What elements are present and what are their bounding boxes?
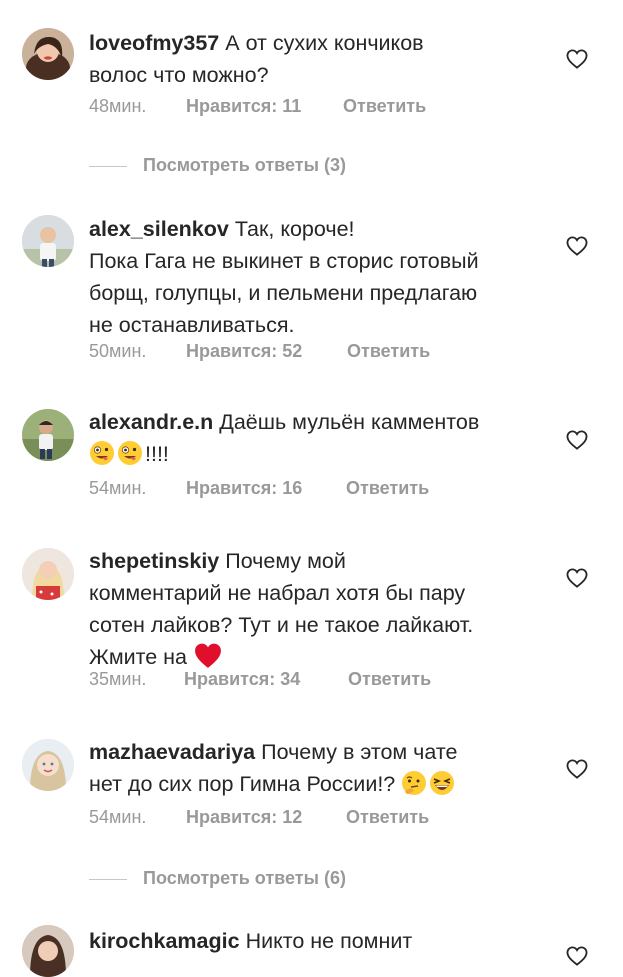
reply-button[interactable]: Ответить bbox=[346, 807, 429, 828]
reply-button[interactable]: Ответить bbox=[347, 341, 430, 362]
comment-time: 35мин. bbox=[89, 669, 147, 689]
heart-outline-icon[interactable] bbox=[566, 236, 588, 256]
reply-button[interactable]: Ответить bbox=[348, 669, 431, 690]
avatar[interactable] bbox=[22, 215, 74, 267]
comment-likes[interactable]: Нравится: 12 bbox=[186, 807, 302, 828]
comment-body: alexandr.e.n Даёшь мульён камментов !!!! bbox=[89, 406, 549, 470]
comment-time: 48мин. bbox=[89, 96, 147, 116]
heart-outline-icon[interactable] bbox=[566, 946, 588, 966]
comment-time: 54мин. bbox=[89, 478, 147, 498]
comment-text: !!!! bbox=[145, 442, 169, 466]
comment-body: kirochkamagic Никто не помнит bbox=[89, 925, 549, 957]
heart-outline-icon[interactable] bbox=[566, 759, 588, 779]
reply-button[interactable]: Ответить bbox=[343, 96, 426, 117]
reply-button[interactable]: Ответить bbox=[346, 478, 429, 499]
divider bbox=[89, 166, 127, 167]
view-replies[interactable]: Посмотреть ответы (6) bbox=[0, 868, 623, 892]
avatar[interactable] bbox=[22, 548, 74, 600]
zany-face-emoji bbox=[90, 441, 114, 465]
comment-username[interactable]: kirochkamagic bbox=[89, 929, 240, 953]
red-heart-emoji bbox=[195, 643, 221, 668]
view-replies-label[interactable]: Посмотреть ответы (6) bbox=[143, 868, 346, 889]
comment-text: А от сухих кончиков bbox=[225, 31, 424, 55]
comment-text: Никто не помнит bbox=[245, 929, 413, 953]
comment-text: сотен лайков? Тут и не такое лайкают. bbox=[89, 613, 474, 637]
comment-text: Жмите на bbox=[89, 645, 188, 669]
comment-text: нет до сих пор Гимна России!? bbox=[89, 772, 396, 796]
comment-likes[interactable]: Нравится: 11 bbox=[186, 96, 301, 117]
comment-body: mazhaevadariya Почему в этом чате нет до… bbox=[89, 736, 549, 800]
comment-text: комментарий не набрал хотя бы пару bbox=[89, 581, 466, 605]
comment-text: не останавливаться. bbox=[89, 313, 295, 337]
divider bbox=[89, 879, 127, 880]
comment-username[interactable]: shepetinskiy bbox=[89, 549, 219, 573]
comment-time: 54мин. bbox=[89, 807, 147, 827]
comment-text: Почему в этом чате bbox=[261, 740, 458, 764]
comment-username[interactable]: alex_silenkov bbox=[89, 217, 229, 241]
comment-text: Пока Гага не выкинет в сторис готовый bbox=[89, 249, 479, 273]
comment-text: Почему мой bbox=[225, 549, 346, 573]
zany-face-emoji bbox=[118, 441, 142, 465]
comment-body: shepetinskiy Почему мой комментарий не н… bbox=[89, 545, 549, 673]
comment-text: Даёшь мульён камментов bbox=[219, 410, 480, 434]
avatar[interactable] bbox=[22, 28, 74, 80]
comment-likes[interactable]: Нравится: 52 bbox=[186, 341, 302, 362]
view-replies-label[interactable]: Посмотреть ответы (3) bbox=[143, 155, 346, 176]
avatar[interactable] bbox=[22, 925, 74, 977]
avatar[interactable] bbox=[22, 739, 74, 791]
laughing-face-emoji bbox=[430, 771, 455, 795]
comment-username[interactable]: mazhaevadariya bbox=[89, 740, 255, 764]
comment-text: Так, короче! bbox=[234, 217, 355, 241]
heart-outline-icon[interactable] bbox=[566, 49, 588, 69]
comment-username[interactable]: alexandr.e.n bbox=[89, 410, 213, 434]
comment-likes[interactable]: Нравится: 34 bbox=[184, 669, 300, 690]
comment-time: 50мин. bbox=[89, 341, 147, 361]
comment-body: alex_silenkov Так, короче! Пока Гага не … bbox=[89, 213, 549, 341]
heart-outline-icon[interactable] bbox=[566, 568, 588, 588]
comment-body: loveofmy357 А от сухих кончиков волос чт… bbox=[89, 27, 549, 91]
comment-likes[interactable]: Нравится: 16 bbox=[186, 478, 302, 499]
comment-username[interactable]: loveofmy357 bbox=[89, 31, 219, 55]
comment-text: волос что можно? bbox=[89, 63, 269, 87]
comment-text: борщ, голупцы, и пельмени предлагаю bbox=[89, 281, 478, 305]
heart-outline-icon[interactable] bbox=[566, 430, 588, 450]
thinking-face-emoji bbox=[402, 771, 427, 795]
view-replies[interactable]: Посмотреть ответы (3) bbox=[0, 155, 623, 179]
avatar[interactable] bbox=[22, 409, 74, 461]
